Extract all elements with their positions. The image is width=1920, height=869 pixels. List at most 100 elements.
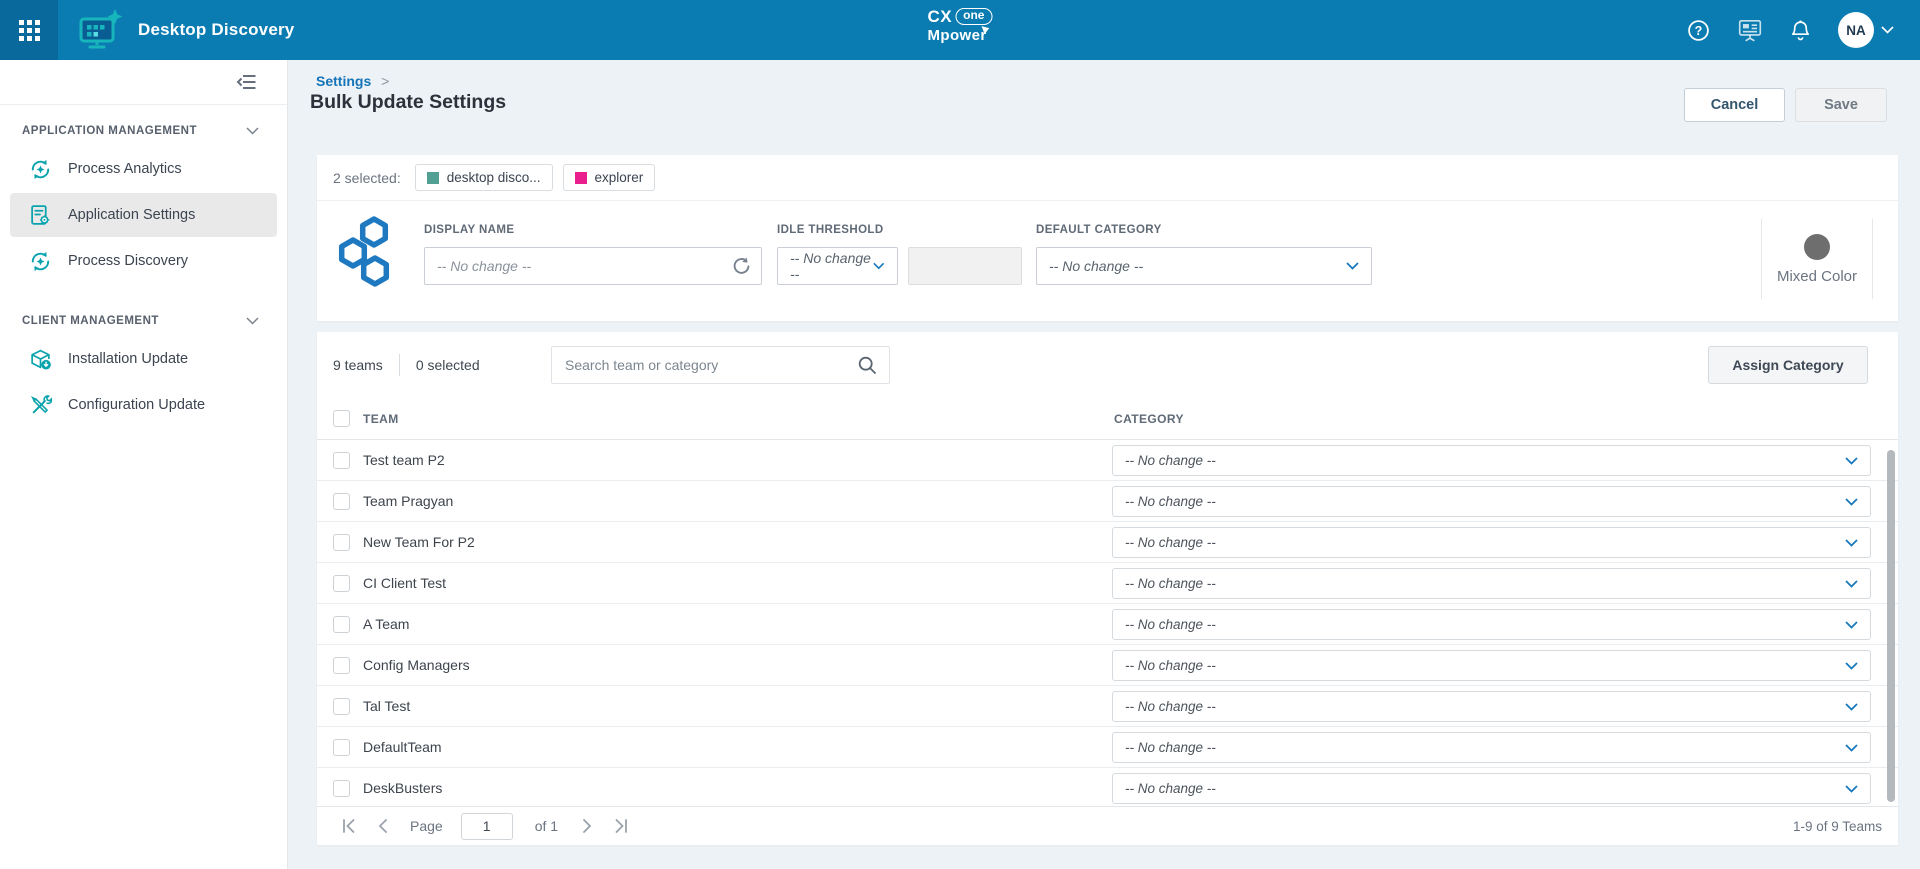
table-row: CI Client Test -- No change -- — [317, 563, 1898, 604]
table-scrollbar[interactable] — [1887, 450, 1895, 802]
selected-app-chip[interactable]: explorer — [563, 164, 656, 191]
row-category-select[interactable]: -- No change -- — [1112, 568, 1871, 599]
selected-count-label: 2 selected: — [333, 170, 401, 186]
assign-category-button[interactable]: Assign Category — [1708, 346, 1868, 384]
team-name: Test team P2 — [363, 452, 445, 468]
row-checkbox[interactable] — [333, 657, 350, 674]
table-row: Team Pragyan -- No change -- — [317, 481, 1898, 522]
team-name: DeskBusters — [363, 780, 442, 796]
page-number-input[interactable] — [461, 813, 513, 840]
collapse-sidebar-icon[interactable] — [236, 74, 257, 90]
app-color-swatch — [575, 172, 587, 184]
display-name-input[interactable] — [425, 248, 761, 284]
notifications-bell-icon[interactable] — [1790, 19, 1811, 42]
sidebar-item-application-settings[interactable]: Application Settings — [10, 193, 277, 237]
cancel-button[interactable]: Cancel — [1684, 88, 1785, 122]
mixed-color-circle[interactable] — [1804, 234, 1830, 260]
installation-update-icon — [28, 348, 52, 371]
breadcrumb-settings-link[interactable]: Settings — [316, 73, 371, 89]
team-name: Team Pragyan — [363, 493, 453, 509]
team-name: Tal Test — [363, 698, 410, 714]
first-page-icon[interactable] — [339, 818, 356, 834]
idle-threshold-label: IDLE THRESHOLD — [777, 224, 884, 236]
row-category-select[interactable]: -- No change -- — [1112, 650, 1871, 681]
sidebar-item-label: Application Settings — [68, 207, 195, 223]
team-search-input[interactable] — [552, 347, 857, 383]
previous-page-icon[interactable] — [376, 818, 388, 834]
default-category-value: -- No change -- — [1049, 258, 1143, 274]
row-category-value: -- No change -- — [1125, 699, 1216, 714]
row-category-select[interactable]: -- No change -- — [1112, 773, 1871, 804]
section-application-management[interactable]: APPLICATION MANAGEMENT — [0, 105, 287, 145]
app-header: Desktop Discovery CX one Mpower ? — [0, 0, 1920, 60]
row-checkbox[interactable] — [333, 739, 350, 756]
row-checkbox[interactable] — [333, 698, 350, 715]
sidebar: APPLICATION MANAGEMENT Process Analytics — [0, 60, 288, 869]
save-button[interactable]: Save — [1795, 88, 1887, 122]
pagination-bar: Page of 1 1-9 of 9 Teams — [317, 806, 1898, 845]
row-category-value: -- No change -- — [1125, 617, 1216, 632]
teams-count: 9 teams — [333, 357, 383, 373]
search-icon[interactable] — [857, 355, 889, 375]
waffle-menu-button[interactable] — [0, 0, 58, 60]
sidebar-item-configuration-update[interactable]: Configuration Update — [10, 383, 277, 427]
row-checkbox[interactable] — [333, 780, 350, 797]
row-category-select[interactable]: -- No change -- — [1112, 609, 1871, 640]
sidebar-item-process-discovery[interactable]: Process Discovery — [10, 239, 277, 283]
user-menu[interactable]: NA — [1838, 12, 1894, 48]
team-name: New Team For P2 — [363, 534, 475, 550]
row-checkbox[interactable] — [333, 534, 350, 551]
team-name: Config Managers — [363, 657, 470, 673]
last-page-icon[interactable] — [614, 818, 631, 834]
sidebar-item-label: Process Analytics — [68, 161, 182, 177]
desktop-discovery-logo-icon — [78, 9, 124, 51]
process-discovery-icon — [28, 250, 52, 273]
row-category-select[interactable]: -- No change -- — [1112, 445, 1871, 476]
row-checkbox[interactable] — [333, 575, 350, 592]
app-grid-icon — [19, 20, 40, 41]
table-row: A Team -- No change -- — [317, 604, 1898, 645]
row-category-value: -- No change -- — [1125, 535, 1216, 550]
pagination-range: 1-9 of 9 Teams — [1793, 819, 1882, 834]
sidebar-item-label: Installation Update — [68, 351, 188, 367]
avatar[interactable]: NA — [1838, 12, 1874, 48]
row-category-select[interactable]: -- No change -- — [1112, 691, 1871, 722]
table-row: DefaultTeam -- No change -- — [317, 727, 1898, 768]
teams-selected-count: 0 selected — [416, 357, 480, 373]
sidebar-item-label: Process Discovery — [68, 253, 188, 269]
team-name: A Team — [363, 616, 409, 632]
display-name-field-wrap — [424, 247, 762, 285]
row-category-select[interactable]: -- No change -- — [1112, 732, 1871, 763]
process-analytics-icon — [28, 158, 52, 181]
row-category-select[interactable]: -- No change -- — [1112, 527, 1871, 558]
help-icon[interactable]: ? — [1687, 19, 1710, 42]
default-category-select[interactable]: -- No change -- — [1036, 247, 1372, 285]
main-content: Settings > Bulk Update Settings Cancel S… — [288, 60, 1920, 869]
color-picker-cell[interactable]: Mixed Color — [1761, 219, 1873, 299]
select-all-checkbox[interactable] — [333, 410, 350, 427]
user-menu-chevron-down-icon — [1881, 26, 1894, 34]
sidebar-item-installation-update[interactable]: Installation Update — [10, 337, 277, 381]
chip-label: explorer — [595, 170, 644, 185]
reset-display-name-icon[interactable] — [731, 248, 752, 284]
idle-threshold-select[interactable]: -- No change -- — [777, 247, 898, 285]
row-checkbox[interactable] — [333, 616, 350, 633]
category-column-header: CATEGORY — [1114, 412, 1184, 426]
section-chevron-down-icon — [246, 127, 259, 135]
sidebar-item-process-analytics[interactable]: Process Analytics — [10, 147, 277, 191]
table-row: New Team For P2 -- No change -- — [317, 522, 1898, 563]
page-of-label: of 1 — [535, 818, 558, 834]
row-checkbox[interactable] — [333, 493, 350, 510]
svg-text:?: ? — [1695, 23, 1703, 37]
page-title: Bulk Update Settings — [310, 91, 506, 114]
section-client-management[interactable]: CLIENT MANAGEMENT — [0, 285, 287, 335]
selected-app-chip[interactable]: desktop disco... — [415, 164, 553, 191]
row-checkbox[interactable] — [333, 452, 350, 469]
next-page-icon[interactable] — [582, 818, 594, 834]
screen-share-icon[interactable] — [1737, 18, 1763, 42]
row-category-select[interactable]: -- No change -- — [1112, 486, 1871, 517]
chevron-down-icon — [1845, 580, 1858, 588]
app-title: Desktop Discovery — [138, 20, 294, 40]
chevron-down-icon — [1845, 662, 1858, 670]
table-row: Tal Test -- No change -- — [317, 686, 1898, 727]
